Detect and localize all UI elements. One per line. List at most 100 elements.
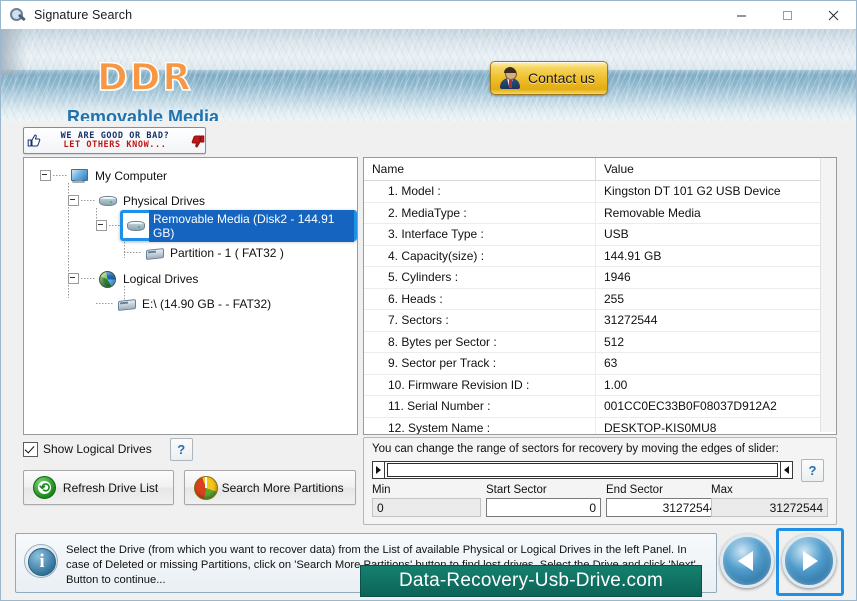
show-logical-drives-checkbox[interactable]: [23, 441, 38, 457]
table-row[interactable]: 11. Serial Number : 001CC0EC33B0F08037D9…: [364, 396, 836, 418]
expander-icon[interactable]: [68, 273, 79, 284]
detail-value: 255: [604, 291, 625, 306]
tree-item-logical-volume[interactable]: E:\ (14.90 GB - - FAT32): [96, 294, 273, 313]
sector-range-slider[interactable]: [372, 461, 793, 479]
slider-right-handle[interactable]: [780, 462, 792, 478]
tree-item-removable-media-selected[interactable]: Removable Media (Disk2 - 144.91 GB): [120, 209, 357, 242]
sector-range-group: You can change the range of sectors for …: [363, 437, 837, 525]
watermark: Data-Recovery-Usb-Drive.com: [360, 565, 702, 597]
drive-details-panel[interactable]: Name Value 1. Model : Kingston DT 101 G2…: [363, 157, 837, 435]
detail-name: 5. Cylinders :: [364, 267, 596, 288]
sector-range-caption: You can change the range of sectors for …: [372, 443, 779, 455]
help-button-drives[interactable]: ?: [169, 437, 193, 461]
detail-value: 1946: [604, 270, 631, 285]
details-scrollbar[interactable]: [820, 158, 836, 432]
end-sector-input[interactable]: [606, 498, 721, 517]
table-row[interactable]: 4. Capacity(size) : 144.91 GB: [364, 245, 836, 267]
drive-action-buttons: ⟲ Refresh Drive List Search More Partiti…: [23, 470, 356, 505]
tree-connector: [81, 200, 95, 201]
tree-label: E:\ (14.90 GB - - FAT32): [142, 296, 272, 311]
detail-name: 7. Sectors :: [364, 310, 596, 331]
maximize-button[interactable]: [764, 1, 810, 29]
min-input: [372, 498, 481, 517]
feedback-text: WE ARE GOOD OR BAD? LET OTHERS KNOW...: [41, 131, 189, 150]
contact-us-label: Contact us: [528, 70, 595, 86]
detail-name: 12. System Name :: [364, 417, 596, 434]
window-title: Signature Search: [34, 8, 133, 22]
tree-connector: [124, 252, 142, 253]
start-sector-field[interactable]: Start Sector: [486, 484, 601, 517]
max-input: [711, 498, 828, 517]
left-controls: Show Logical Drives ? ⟲ Refresh Drive Li…: [23, 437, 356, 523]
help-button-sector-range[interactable]: ?: [801, 459, 824, 482]
detail-value: DESKTOP-KIS0MU8: [604, 420, 717, 435]
tree-label-selected: Removable Media (Disk2 - 144.91 GB): [149, 209, 354, 242]
detail-name: 9. Sector per Track :: [364, 353, 596, 374]
tree-item-physical-drives[interactable]: Physical Drives: [68, 191, 207, 210]
globe-icon: [98, 270, 116, 288]
expander-icon[interactable]: [96, 220, 107, 231]
window-controls: [718, 1, 856, 29]
contact-us-button[interactable]: Contact us: [490, 61, 608, 95]
drive-tree-panel[interactable]: My Computer Physical Drives Removable Me…: [23, 157, 358, 435]
hard-disk-icon: [126, 218, 145, 234]
tree-item-partition[interactable]: Partition - 1 ( FAT32 ): [124, 243, 286, 262]
tree-label: Logical Drives: [123, 271, 199, 286]
tree-connector: [96, 303, 114, 304]
expander-icon[interactable]: [40, 170, 51, 181]
tree-label: My Computer: [95, 168, 168, 183]
back-button[interactable]: [720, 534, 774, 588]
feedback-line-2: LET OTHERS KNOW...: [63, 140, 167, 150]
table-row[interactable]: 8. Bytes per Sector : 512: [364, 331, 836, 353]
show-logical-drives-label: Show Logical Drives: [43, 442, 152, 456]
search-more-partitions-button[interactable]: Search More Partitions: [184, 470, 356, 505]
thumbs-down-icon: [191, 134, 205, 148]
table-row[interactable]: 10. Firmware Revision ID : 1.00: [364, 374, 836, 396]
table-row[interactable]: 7. Sectors : 31272544: [364, 310, 836, 332]
info-icon: i: [24, 544, 58, 578]
arrow-left-icon: [738, 551, 753, 571]
min-label: Min: [372, 484, 391, 496]
info-glyph: i: [28, 548, 56, 576]
end-sector-field[interactable]: End Sector: [606, 484, 721, 517]
feedback-banner[interactable]: WE ARE GOOD OR BAD? LET OTHERS KNOW...: [23, 127, 206, 154]
column-header-value: Value: [604, 162, 634, 176]
partition-icon: [145, 245, 164, 261]
table-row[interactable]: 12. System Name : DESKTOP-KIS0MU8: [364, 417, 836, 435]
max-sector-field: Max: [711, 484, 828, 517]
magnifier-icon: [10, 7, 26, 23]
refresh-drive-list-button[interactable]: ⟲ Refresh Drive List: [23, 470, 175, 505]
slider-track[interactable]: [387, 463, 778, 477]
tree-connector: [53, 175, 67, 176]
next-button[interactable]: [782, 534, 836, 588]
detail-name: 3. Interface Type :: [364, 224, 596, 245]
detail-value: 31272544: [604, 313, 658, 328]
hard-disk-icon: [98, 193, 117, 209]
tree-item-logical-drives[interactable]: Logical Drives: [68, 269, 200, 288]
partition-icon: [117, 296, 136, 312]
arrow-right-icon: [803, 551, 818, 571]
table-row[interactable]: 9. Sector per Track : 63: [364, 353, 836, 375]
expander-icon[interactable]: [68, 195, 79, 206]
detail-name: 2. MediaType :: [364, 202, 596, 223]
detail-value: 512: [604, 334, 625, 349]
title-bar: Signature Search: [1, 1, 856, 30]
banner-left-shadow: [1, 29, 27, 75]
detail-value: Kingston DT 101 G2 USB Device: [604, 184, 781, 199]
close-button[interactable]: [810, 1, 856, 29]
table-row[interactable]: 3. Interface Type : USB: [364, 224, 836, 246]
min-sector-field: Min: [372, 484, 481, 517]
slider-left-handle[interactable]: [373, 462, 385, 478]
table-row[interactable]: 2. MediaType : Removable Media: [364, 202, 836, 224]
minimize-button[interactable]: [718, 1, 764, 29]
table-row[interactable]: 6. Heads : 255: [364, 288, 836, 310]
tree-label: Physical Drives: [123, 193, 206, 208]
tree-item-my-computer[interactable]: My Computer: [40, 166, 169, 185]
table-row[interactable]: 1. Model : Kingston DT 101 G2 USB Device: [364, 181, 836, 203]
start-sector-input[interactable]: [486, 498, 601, 517]
table-row[interactable]: 5. Cylinders : 1946: [364, 267, 836, 289]
banner-subtitle: Removable Media: [67, 107, 220, 121]
show-logical-drives-row: Show Logical Drives ?: [23, 437, 356, 461]
tree-connector: [81, 278, 95, 279]
detail-value: 1.00: [604, 377, 628, 392]
